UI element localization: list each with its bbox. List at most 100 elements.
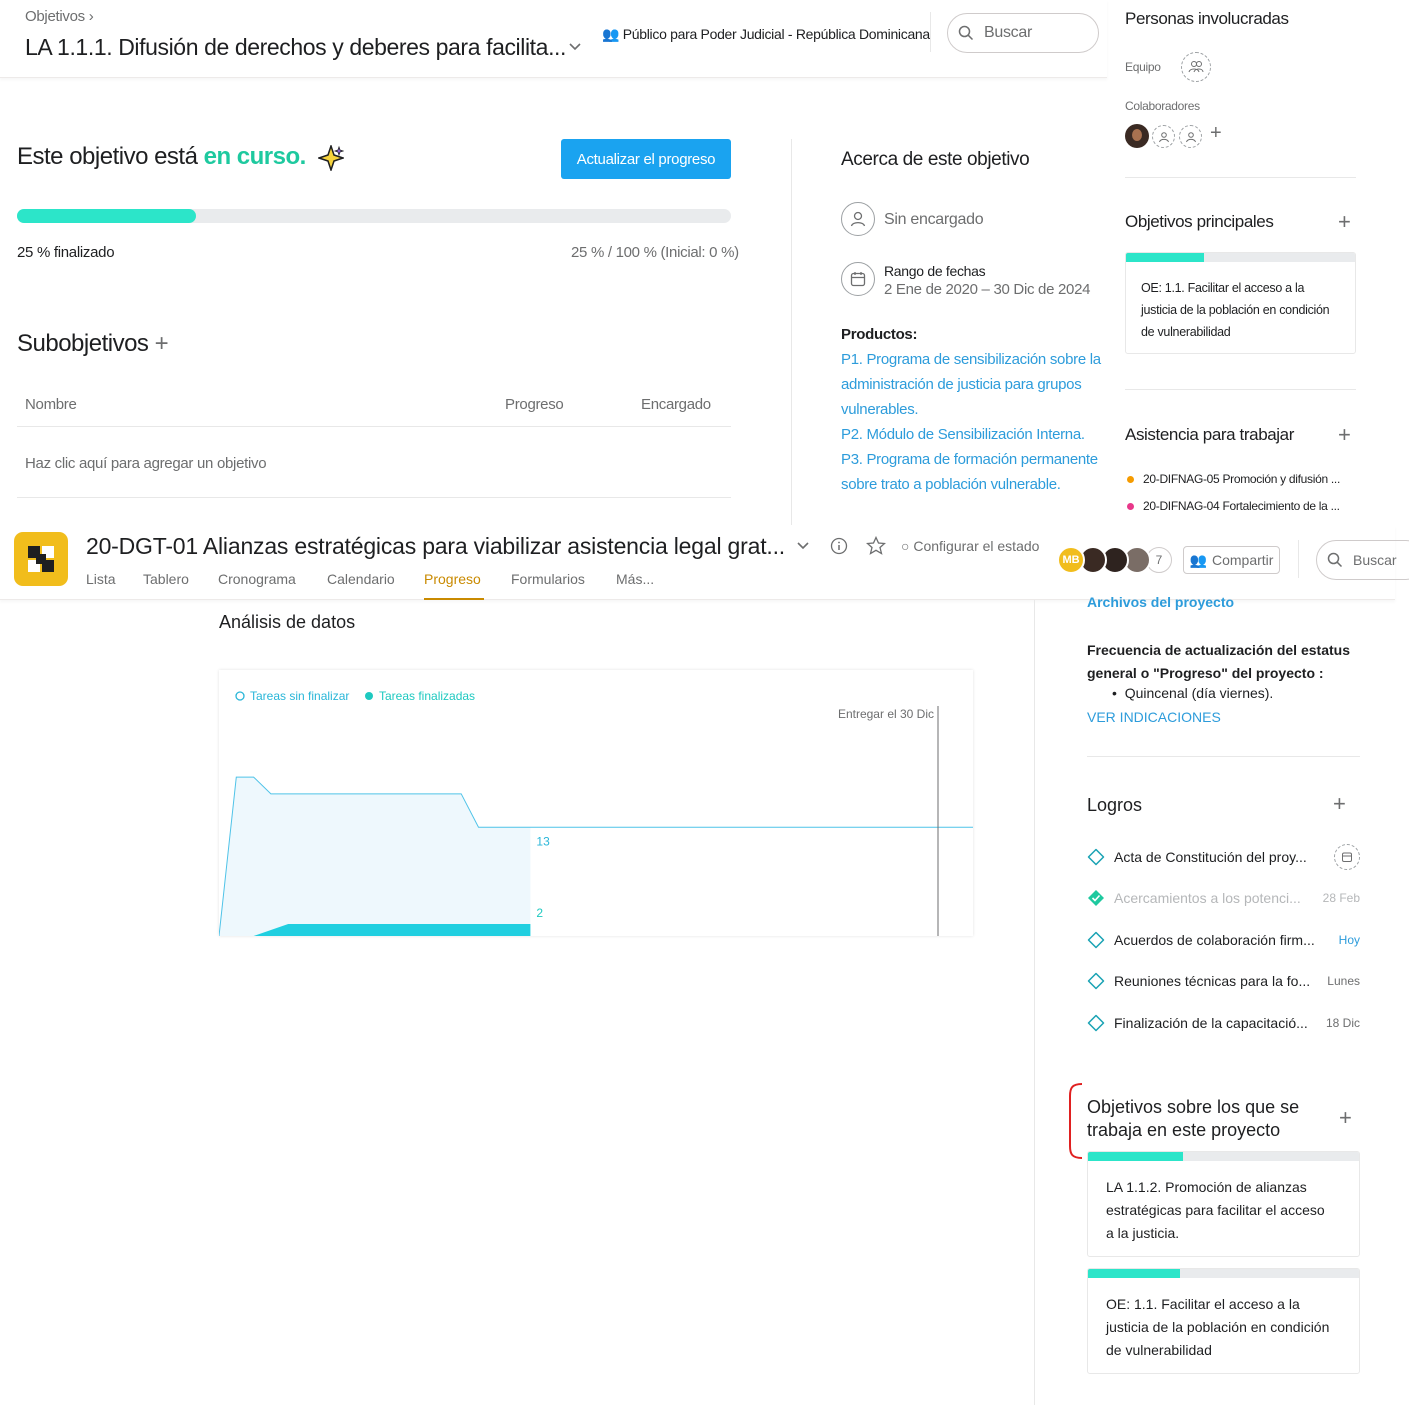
progress-bar-fill	[17, 209, 196, 223]
project-search-input[interactable]: Buscar	[1316, 540, 1409, 580]
goal-card[interactable]: OE: 1.1. Facilitar el acceso a la justic…	[1125, 252, 1356, 354]
red-bracket-annotation	[1064, 1082, 1084, 1160]
add-collaborator-plus-icon[interactable]: +	[1210, 122, 1222, 145]
product-link[interactable]: P1. Programa de sensibilización sobre la…	[841, 347, 1101, 422]
status-heading: Este objetivo está en curso.	[17, 143, 344, 171]
milestones-heading: Logros	[1087, 795, 1143, 815]
goal-progress-bar	[1126, 253, 1355, 262]
tab-lista[interactable]: Lista	[86, 571, 116, 587]
milestone-row[interactable]: Acta de Constitución del proy...	[1087, 844, 1360, 870]
milestone-row[interactable]: Acercamientos a los potenci... 28 Feb	[1087, 886, 1360, 910]
user-icon[interactable]	[841, 202, 875, 236]
goal-progress-fill	[1088, 1269, 1181, 1278]
work-item[interactable]: 20-DIFNAG-04 Fortalecimiento de la ...	[1127, 499, 1340, 513]
milestone-date[interactable]: 28 Feb	[1323, 891, 1360, 905]
team-icon[interactable]	[1181, 52, 1211, 82]
add-subgoal-plus-icon[interactable]: +	[155, 330, 169, 357]
progress-bar	[17, 209, 731, 223]
share-button[interactable]: 👥 Compartir	[1183, 546, 1280, 574]
milestone-date[interactable]: Lunes	[1327, 974, 1360, 988]
divider	[1034, 600, 1035, 1405]
privacy-setting[interactable]: 👥 Público para Poder Judicial - Repúblic…	[602, 26, 930, 43]
product-link[interactable]: P3. Programa de formación permanente sob…	[841, 447, 1101, 497]
goal-progress-fill	[1126, 253, 1204, 262]
project-logo-icon[interactable]	[14, 532, 68, 586]
tab-mas[interactable]: Más...	[616, 571, 654, 587]
legend-marker-completed	[365, 692, 373, 700]
milestone-diamond-icon[interactable]	[1087, 1014, 1105, 1032]
team-label: Equipo	[1125, 60, 1161, 74]
work-item-label: 20-DIFNAG-04 Fortalecimiento de la ...	[1143, 499, 1340, 513]
divider	[1125, 389, 1356, 390]
update-progress-button[interactable]: Actualizar el progreso	[561, 139, 731, 179]
tab-cronograma[interactable]: Cronograma	[218, 571, 296, 587]
info-icon[interactable]	[830, 537, 848, 555]
bullet: •	[1112, 685, 1125, 701]
add-work-plus-icon[interactable]: +	[1338, 422, 1351, 448]
user-icon[interactable]	[1179, 125, 1202, 148]
tab-progreso[interactable]: Progreso	[424, 571, 481, 587]
frequency-item-label: Quincenal (día viernes).	[1124, 685, 1274, 701]
tab-tablero[interactable]: Tablero	[143, 571, 189, 587]
chevron-down-icon[interactable]	[796, 541, 810, 551]
calendar-icon[interactable]	[841, 262, 875, 296]
legend-label-completed: Tareas finalizadas	[379, 689, 475, 703]
date-range-value[interactable]: 2 Ene de 2020 – 30 Dic de 2024	[884, 281, 1090, 298]
deadline-label: Entregar el 30 Dic	[838, 707, 934, 721]
tab-calendario[interactable]: Calendario	[327, 571, 395, 587]
tab-formularios[interactable]: Formularios	[511, 571, 585, 587]
column-header-progress[interactable]: Progreso	[505, 396, 564, 413]
add-project-goal-plus-icon[interactable]: +	[1339, 1105, 1352, 1131]
milestone-date[interactable]: Hoy	[1339, 933, 1360, 947]
milestone-row[interactable]: Finalización de la capacitació... 18 Dic	[1087, 1011, 1360, 1035]
goal-card[interactable]: OE: 1.1. Facilitar el acceso a la justic…	[1087, 1268, 1360, 1374]
work-heading: Asistencia para trabajar	[1125, 425, 1294, 444]
project-title[interactable]: 20-DGT-01 Alianzas estratégicas para via…	[86, 533, 785, 560]
work-item-label: 20-DIFNAG-05 Promoción y difusión ...	[1143, 472, 1340, 486]
calendar-icon[interactable]	[1334, 844, 1360, 870]
view-instructions-link[interactable]: VER INDICACIONES	[1087, 709, 1221, 725]
avatar[interactable]: MB	[1057, 546, 1085, 574]
milestone-diamond-icon[interactable]	[1087, 972, 1105, 990]
milestone-date[interactable]: 18 Dic	[1326, 1016, 1360, 1030]
search-input[interactable]: Buscar	[947, 13, 1099, 53]
breadcrumb[interactable]: Objetivos ›	[25, 8, 94, 25]
divider	[17, 426, 731, 427]
product-link[interactable]: P2. Módulo de Sensibilización Interna.	[841, 422, 1101, 447]
chevron-down-icon[interactable]	[568, 42, 582, 52]
status-prefix: Este objetivo está	[17, 143, 204, 170]
milestone-diamond-icon[interactable]	[1087, 931, 1105, 949]
legend-label-incomplete: Tareas sin finalizar	[250, 689, 349, 703]
column-header-name[interactable]: Nombre	[25, 396, 77, 413]
status-circle-icon: ○	[901, 538, 910, 554]
project-files-link[interactable]: Archivos del proyecto	[1087, 594, 1234, 610]
add-goal-row[interactable]: Haz clic aquí para agregar un objetivo	[25, 455, 267, 472]
assignee-label[interactable]: Sin encargado	[884, 211, 984, 229]
privacy-label: Público para Poder Judicial - República …	[622, 26, 930, 42]
goal-card[interactable]: LA 1.1.2. Promoción de alianzas estratég…	[1087, 1151, 1360, 1257]
add-milestone-plus-icon[interactable]: +	[1333, 791, 1346, 817]
divider	[1087, 756, 1360, 757]
milestone-done-icon[interactable]	[1087, 889, 1105, 907]
set-status-label: Configurar el estado	[913, 538, 1040, 554]
milestone-row[interactable]: Reuniones técnicas para la fo... Lunes	[1087, 969, 1360, 993]
date-range-label: Rango de fechas	[884, 263, 986, 279]
star-icon[interactable]	[866, 536, 886, 555]
milestone-row[interactable]: Acuerdos de colaboración firm... Hoy	[1087, 928, 1360, 952]
milestone-name: Acta de Constitución del proy...	[1114, 849, 1307, 865]
divider	[791, 139, 792, 525]
milestone-diamond-icon[interactable]	[1087, 848, 1105, 866]
column-header-owner[interactable]: Encargado	[641, 396, 711, 413]
main-goals-heading: Objetivos principales	[1125, 212, 1274, 231]
set-status-button[interactable]: ○ Configurar el estado	[901, 538, 1039, 554]
avatar[interactable]	[1125, 124, 1149, 148]
search-icon	[1327, 552, 1343, 568]
breadcrumb-label[interactable]: Objetivos	[25, 8, 85, 25]
data-label-completed: 2	[536, 906, 543, 920]
user-icon[interactable]	[1152, 125, 1175, 148]
add-main-goal-plus-icon[interactable]: +	[1338, 209, 1351, 235]
analysis-heading: Análisis de datos	[219, 612, 356, 632]
search-placeholder: Buscar	[1353, 552, 1397, 568]
work-item[interactable]: 20-DIFNAG-05 Promoción y difusión ...	[1127, 472, 1340, 486]
share-button-label: Compartir	[1211, 552, 1274, 568]
